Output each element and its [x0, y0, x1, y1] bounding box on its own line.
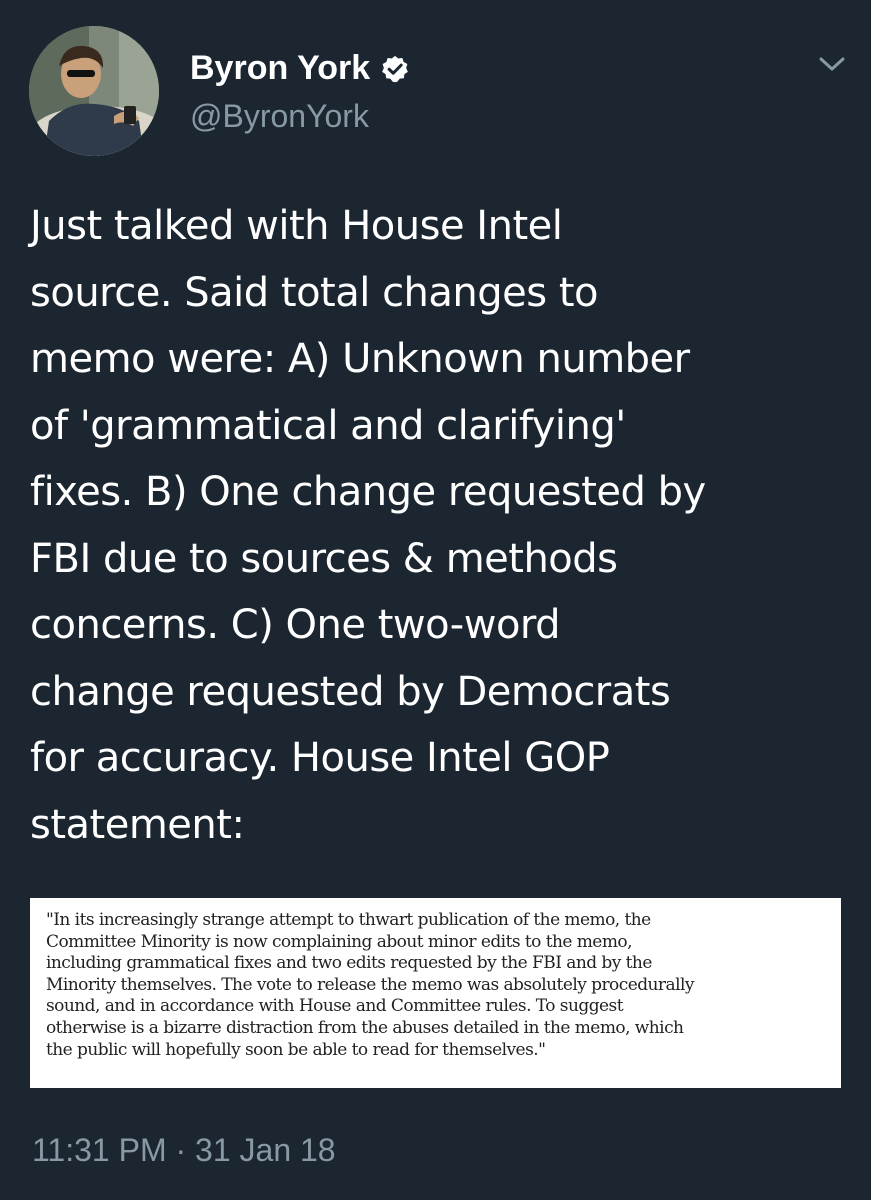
chevron-down-icon[interactable] — [814, 46, 850, 82]
tweet-text-line: change requested by Democrats — [30, 668, 671, 715]
avatar[interactable] — [29, 26, 159, 156]
statement-line: Committee Minority is now complaining ab… — [46, 931, 632, 952]
author-handle[interactable]: @ByronYork — [190, 96, 369, 136]
author-name-text[interactable]: Byron York — [190, 48, 370, 88]
tweet-text-line: statement: — [30, 801, 245, 848]
tweet-text-line: Just talked with House Intel — [30, 203, 563, 249]
tweet-text-line: for accuracy. House Intel GOP — [30, 735, 610, 781]
tweet-text-line: source. Said total changes to — [30, 269, 598, 316]
statement-line: otherwise is a bizarre distraction from … — [46, 1017, 684, 1038]
verified-badge-icon — [380, 53, 410, 83]
attached-statement-image[interactable]: "In its increasingly strange attempt to … — [30, 898, 841, 1088]
tweet-text-line: of 'grammatical and clarifying' — [30, 402, 626, 449]
statement-line: sound, and in accordance with House and … — [46, 996, 624, 1017]
author-display-name[interactable]: Byron York — [190, 48, 410, 88]
tweet-text-line: memo were: A) Unknown number — [30, 336, 690, 382]
statement-line: "In its increasingly strange attempt to … — [46, 910, 651, 930]
tweet-text: Just talked with House Intel source. Sai… — [30, 193, 845, 858]
statement-line: including grammatical fixes and two edit… — [46, 953, 652, 974]
tweet-text-line: concerns. C) One two-word — [30, 602, 561, 648]
tweet-timestamp[interactable]: 11:31 PM · 31 Jan 18 — [32, 1130, 336, 1170]
tweet-text-line: fixes. B) One change requested by — [30, 469, 706, 515]
statement-line: the public will hopefully soon be able t… — [46, 1039, 546, 1060]
tweet-text-line: FBI due to sources & methods — [30, 535, 618, 582]
statement-line: Minority themselves. The vote to release… — [46, 974, 694, 995]
